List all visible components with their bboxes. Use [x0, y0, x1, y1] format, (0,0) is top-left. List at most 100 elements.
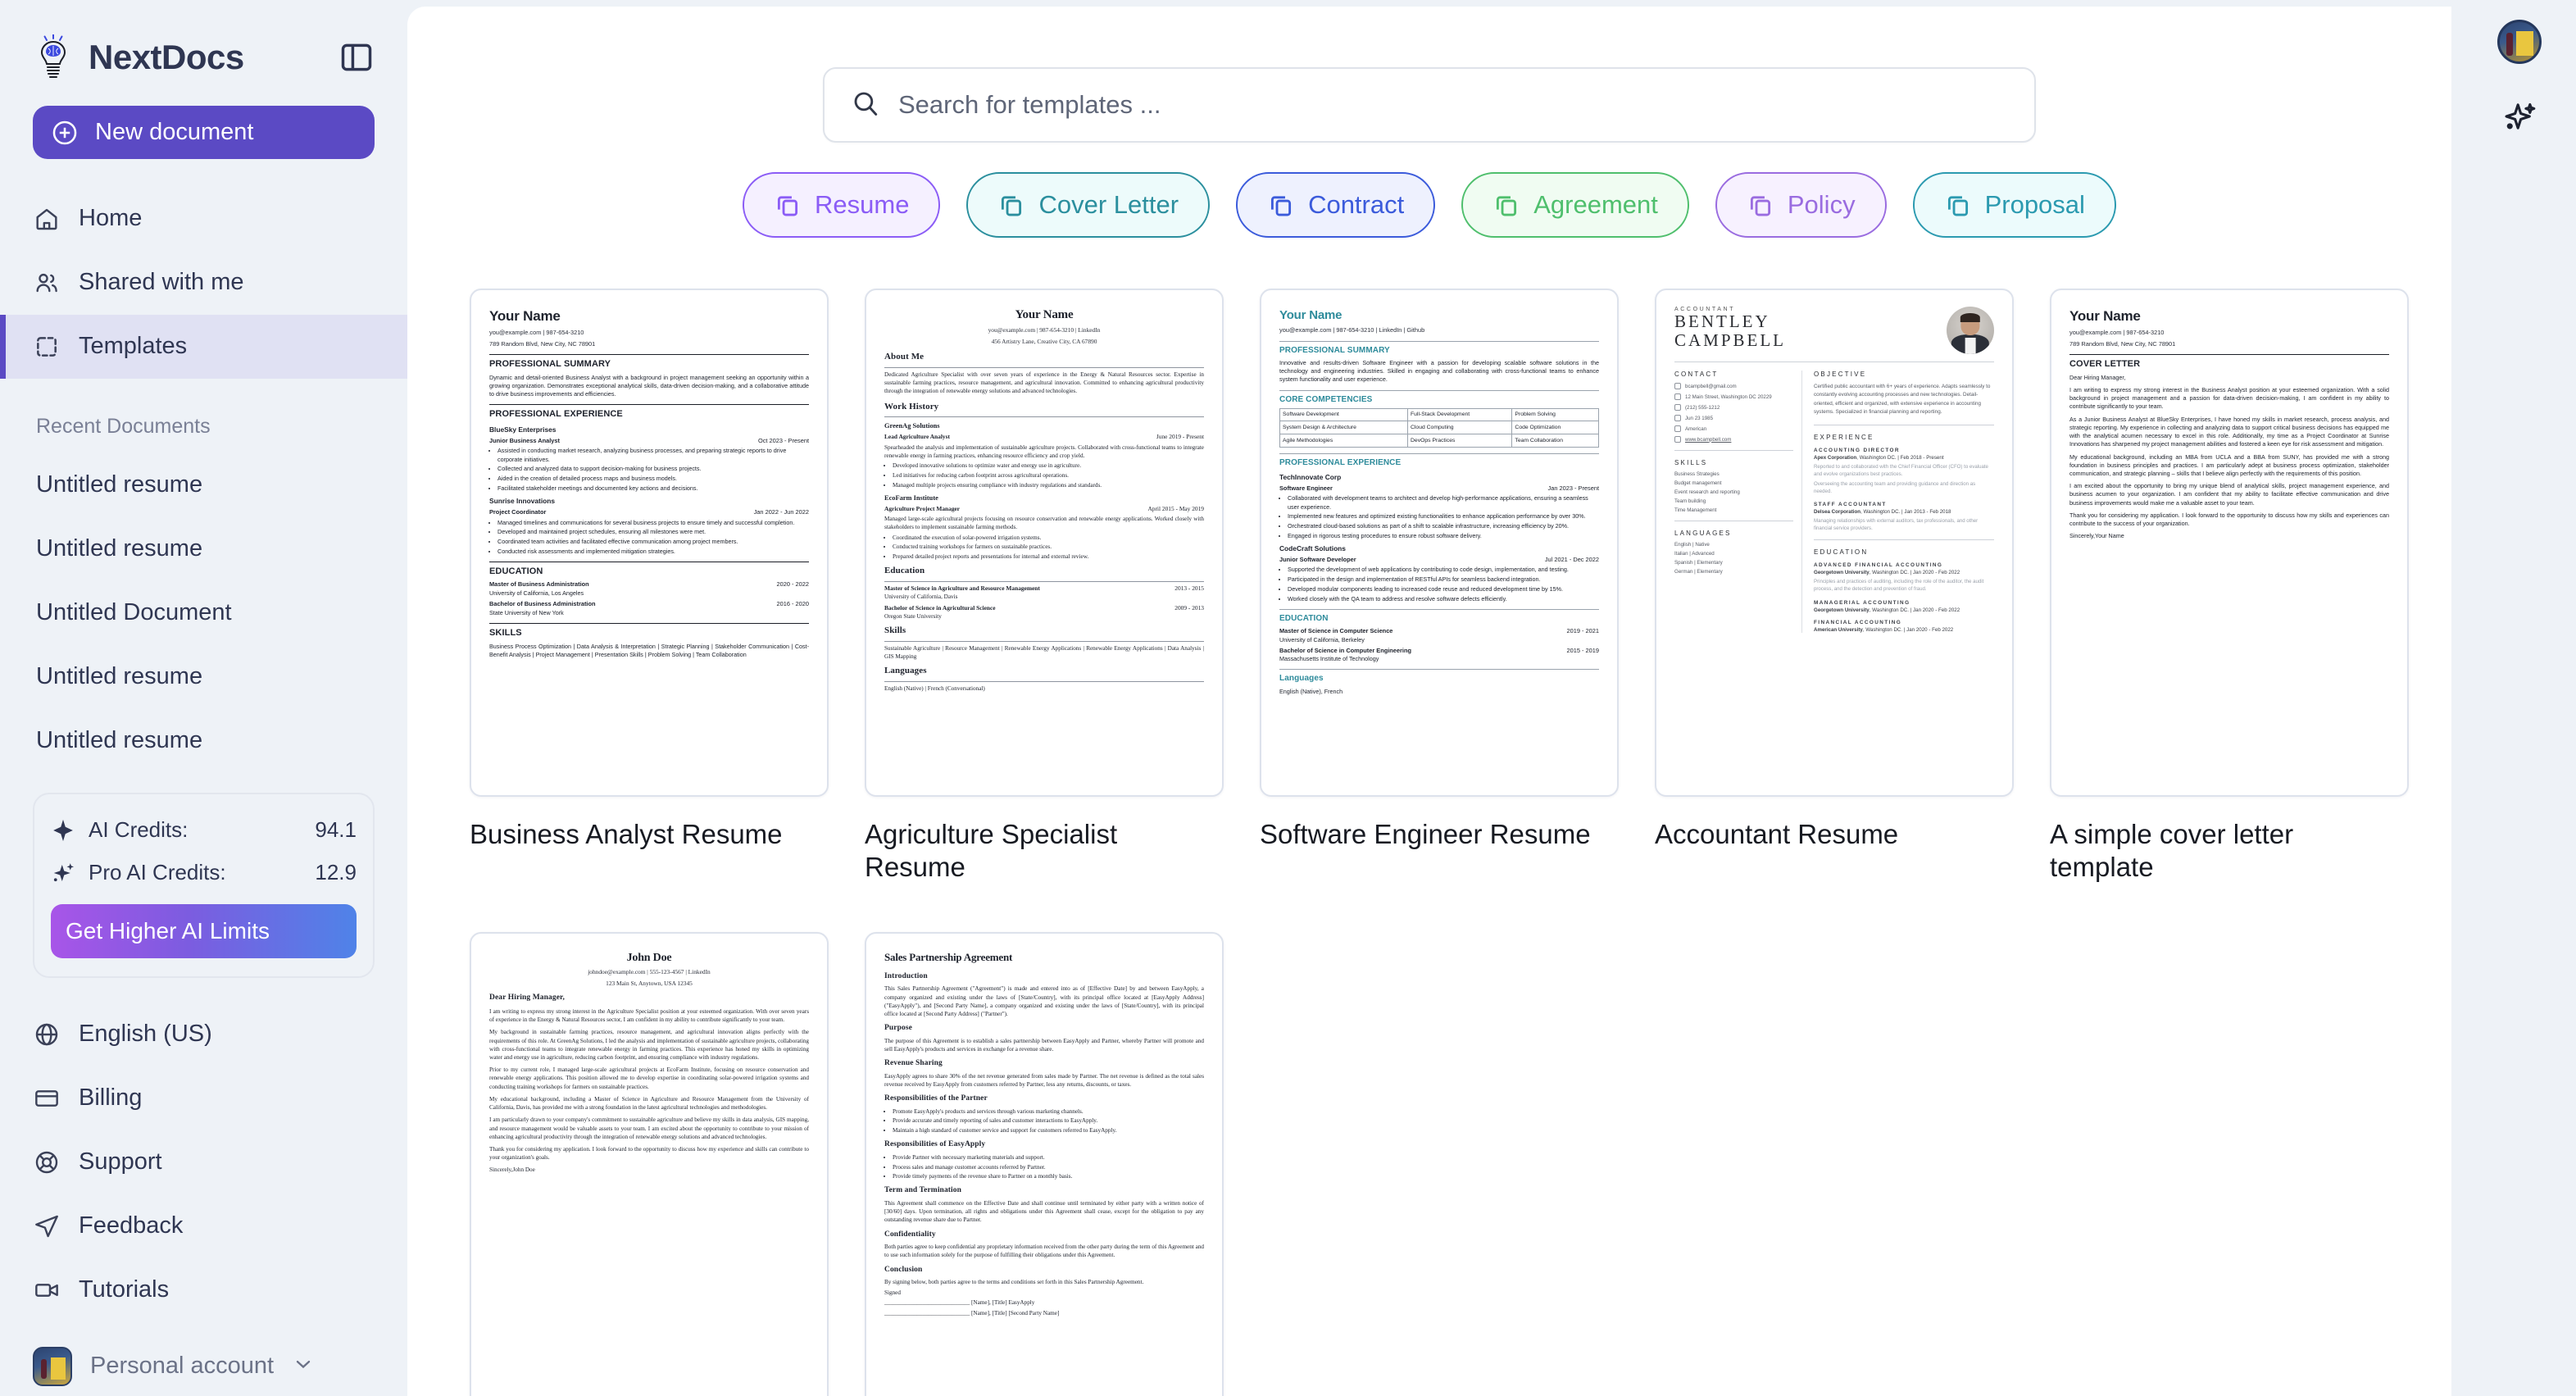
- sidebar-item-label: Feedback: [79, 1212, 184, 1239]
- recent-document-item[interactable]: Untitled resume: [0, 517, 407, 581]
- divider: [884, 580, 1204, 582]
- divider: [884, 681, 1204, 682]
- document-preview: Sales Partnership Agreement Introduction…: [866, 934, 1222, 1396]
- doc-school: Georgetown University: [1814, 607, 1870, 613]
- sidebar-item-tutorials[interactable]: Tutorials: [0, 1258, 407, 1322]
- chip-label: Proposal: [1984, 190, 2085, 219]
- doc-degree-dates: 2019 - 2021: [1566, 626, 1599, 634]
- template-card[interactable]: Your Name you@example.com | 987-654-3210…: [1260, 289, 1655, 884]
- recent-document-item[interactable]: Untitled Document: [0, 581, 407, 645]
- doc-paragraph: Thank you for considering my application…: [2069, 511, 2389, 528]
- doc-closing: Sincerely,John Doe: [489, 1166, 535, 1174]
- template-thumbnail[interactable]: Your Name you@example.com | 987-654-3210…: [2050, 289, 2409, 797]
- doc-section-heading: Term and Termination: [884, 1186, 962, 1195]
- chip-contract[interactable]: Contract: [1236, 172, 1436, 238]
- panel-collapse-icon[interactable]: [338, 39, 375, 75]
- doc-summary: Dynamic and detail-oriented Business Ana…: [489, 373, 809, 398]
- doc-company: CodeCraft Solutions: [1279, 543, 1346, 552]
- lightbulb-brain-logo-icon: [33, 33, 74, 80]
- doc-bullet: Assisted in conducting market research, …: [497, 447, 809, 463]
- search-input[interactable]: Search for templates ...: [823, 67, 2036, 143]
- chip-agreement[interactable]: Agreement: [1461, 172, 1689, 238]
- copy-icon: [774, 191, 802, 219]
- doc-bullet: Participated in the design and implement…: [1288, 575, 1599, 584]
- template-thumbnail[interactable]: Your Name you@example.com | 987-654-3210…: [470, 289, 829, 797]
- recent-document-item[interactable]: Untitled resume: [0, 453, 407, 517]
- new-document-button[interactable]: New document: [33, 106, 375, 159]
- doc-degree: Bachelor of Business Administration: [489, 600, 596, 608]
- doc-contact-line-1: johndoe@example.com | 555-123-4567 | Lin…: [588, 968, 711, 976]
- doc-bullet: Collaborated with development teams to a…: [1288, 494, 1599, 511]
- template-card[interactable]: ACCOUNTANT BENTLEY CAMPBELL CONTACT bcam…: [1655, 289, 2050, 884]
- ai-credits-value: 94.1: [315, 817, 357, 843]
- template-card[interactable]: Your Name you@example.com | 987-654-3210…: [470, 289, 865, 884]
- app-root: NextDocs New document Home Shared with m…: [0, 0, 2576, 1396]
- doc-bullet: Aided in the creation of detailed proces…: [497, 475, 809, 483]
- template-thumbnail[interactable]: Your Name you@example.com | 987-654-3210…: [1260, 289, 1619, 797]
- recent-document-item[interactable]: Untitled resume: [0, 645, 407, 709]
- doc-degree-dates: 2015 - 2019: [1566, 646, 1599, 654]
- doc-paragraph: I am particularly drawn to your company'…: [489, 1116, 809, 1140]
- send-icon: [33, 1212, 61, 1240]
- sidebar-item-support[interactable]: Support: [0, 1130, 407, 1194]
- doc-languages: English (Native), French: [1279, 687, 1343, 695]
- doc-bullet: Reported to and collaborated with the Ch…: [1814, 463, 1988, 477]
- divider: [1674, 450, 1793, 451]
- doc-bullets: Supported the development of web applica…: [1288, 566, 1599, 603]
- sparkles-icon: [51, 861, 75, 885]
- account-switcher[interactable]: Personal account: [0, 1322, 407, 1396]
- doc-bullet: Collected and analyzed data to support d…: [497, 465, 809, 473]
- doc-company: Sunrise Innovations: [489, 497, 556, 506]
- sidebar: NextDocs New document Home Shared with m…: [0, 0, 407, 1396]
- doc-bullet: Provide timely payments of the revenue s…: [893, 1172, 1204, 1180]
- home-icon: [1674, 393, 1681, 400]
- doc-last-name: CAMPBELL: [1674, 330, 1787, 350]
- sidebar-item-home[interactable]: Home: [0, 187, 407, 251]
- template-card[interactable]: Sales Partnership Agreement Introduction…: [865, 931, 1260, 1396]
- sidebar-item-templates[interactable]: Templates: [0, 314, 407, 379]
- recent-document-item[interactable]: Untitled resume: [0, 709, 407, 773]
- template-card[interactable]: Your Name you@example.com | 987-654-3210…: [865, 289, 1260, 884]
- doc-section-heading: PROFESSIONAL SUMMARY: [489, 359, 611, 370]
- credit-card-icon: [33, 1085, 61, 1112]
- chip-policy[interactable]: Policy: [1715, 172, 1887, 238]
- ai-sparkle-icon[interactable]: [2501, 100, 2537, 136]
- template-card[interactable]: John Doe johndoe@example.com | 555-123-4…: [470, 931, 865, 1396]
- template-thumbnail[interactable]: ACCOUNTANT BENTLEY CAMPBELL CONTACT bcam…: [1655, 289, 2014, 797]
- doc-section-heading: Confidentiality: [884, 1230, 936, 1239]
- doc-school: American University: [1814, 626, 1863, 633]
- copy-icon: [997, 191, 1025, 219]
- sidebar-item-shared-with-me[interactable]: Shared with me: [0, 251, 407, 315]
- template-thumbnail[interactable]: Sales Partnership Agreement Introduction…: [865, 931, 1224, 1396]
- chip-proposal[interactable]: Proposal: [1912, 172, 2116, 238]
- table-cell: DevOps Practices: [1406, 434, 1513, 448]
- get-higher-ai-limits-button[interactable]: Get Higher AI Limits: [51, 903, 357, 958]
- sidebar-item-billing[interactable]: Billing: [0, 1066, 407, 1130]
- doc-section-heading: EDUCATION: [489, 566, 543, 576]
- template-thumbnail[interactable]: Your Name you@example.com | 987-654-3210…: [865, 289, 1224, 797]
- sidebar-item-label: Support: [79, 1148, 162, 1175]
- doc-job-title: Project Coordinator: [489, 507, 547, 516]
- sidebar-item-language[interactable]: English (US): [0, 1003, 407, 1066]
- doc-school: Massachusetts Institute of Technology: [1279, 655, 1379, 663]
- doc-contact-line-2: 789 Random Blvd, New City, NC 78901: [2069, 339, 2176, 348]
- template-thumbnail[interactable]: John Doe johndoe@example.com | 555-123-4…: [470, 931, 829, 1396]
- chip-cover-letter[interactable]: Cover Letter: [966, 172, 1211, 238]
- doc-paragraph: Prior to my current role, I managed larg…: [489, 1066, 809, 1090]
- chip-resume[interactable]: Resume: [743, 172, 941, 238]
- template-card[interactable]: Your Name you@example.com | 987-654-3210…: [2050, 289, 2445, 884]
- doc-bullets: Managed timelines and communications for…: [497, 519, 809, 556]
- doc-bullet: Developed innovative solutions to optimi…: [893, 462, 1204, 470]
- divider: [489, 404, 809, 406]
- template-title: Business Analyst Resume: [470, 819, 783, 849]
- table-row: System Design & Architecture Cloud Compu…: [1279, 421, 1599, 435]
- sidebar-item-label: Billing: [79, 1085, 143, 1112]
- doc-job-title: ACCOUNTING DIRECTOR: [1814, 447, 1900, 453]
- sidebar-item-feedback[interactable]: Feedback: [0, 1194, 407, 1258]
- divider: [884, 640, 1204, 642]
- avatar[interactable]: [2497, 20, 2542, 64]
- recent-documents-list: Untitled resume Untitled resume Untitled…: [0, 453, 407, 773]
- doc-job-dates: Oct 2023 - Present: [757, 436, 809, 444]
- ai-credits-label: AI Credits:: [89, 817, 189, 843]
- doc-section-heading: Languages: [884, 666, 927, 676]
